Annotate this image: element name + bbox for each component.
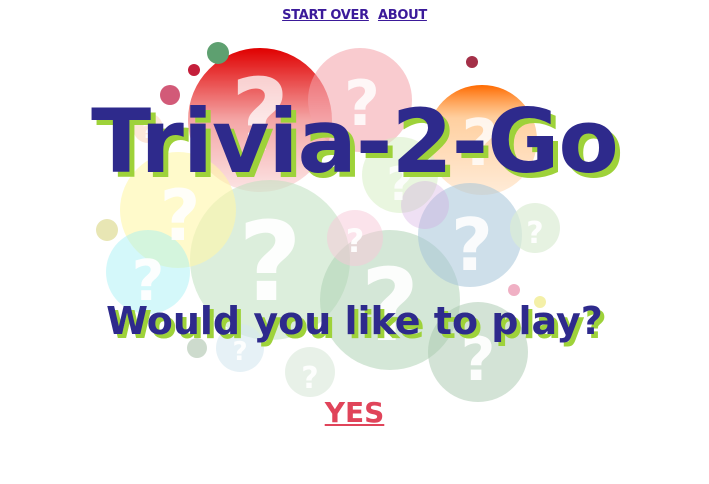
game-title: Trivia-2-Go [91, 90, 619, 193]
question-mark-icon: ? [346, 222, 365, 260]
dot-red-icon [188, 64, 200, 76]
question-mark-icon: ? [526, 216, 543, 251]
top-nav: START OVER ABOUT [0, 4, 709, 23]
question-mark-icon: ? [301, 361, 318, 396]
dot-pink-small-icon [508, 284, 520, 296]
dot-green-icon [207, 42, 229, 64]
start-over-link[interactable]: START OVER [282, 8, 369, 23]
about-link[interactable]: ABOUT [378, 8, 427, 23]
yes-container: YES [0, 396, 709, 429]
yes-button[interactable]: YES [325, 396, 385, 429]
page: START OVER ABOUT ? ? ? ? ? ? ? ? ? ? ? ?… [0, 0, 709, 484]
dot-khaki-icon [96, 219, 118, 241]
question-mark-icon: ? [451, 203, 493, 287]
dot-maroon-icon [466, 56, 478, 68]
play-prompt: Would you like to play? [106, 299, 603, 343]
